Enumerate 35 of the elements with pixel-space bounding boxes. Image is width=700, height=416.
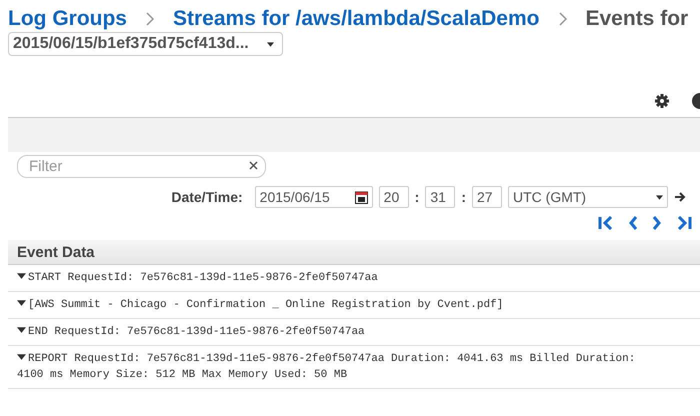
date-field[interactable]: 2015/06/15 — [254, 186, 373, 208]
caret-icon[interactable] — [17, 354, 26, 360]
arrow-right-icon[interactable] — [674, 191, 686, 203]
caret-icon[interactable] — [17, 327, 26, 333]
minute-field[interactable]: 31 — [425, 186, 456, 208]
time-separator: : — [414, 189, 420, 205]
column-header: Event Data — [8, 240, 700, 265]
clear-icon[interactable] — [249, 161, 258, 170]
chevron-icon — [558, 12, 568, 26]
help-icon[interactable] — [692, 93, 700, 109]
second-field[interactable]: 27 — [472, 186, 502, 208]
event-row[interactable]: START RequestId: 7e576c81-139d-11e5-9876-2fe0f50747aa — [8, 265, 700, 292]
calendar-icon[interactable] — [354, 190, 368, 204]
page-title: Events for — [586, 7, 688, 31]
caret-icon[interactable] — [17, 300, 26, 306]
settings-icon[interactable] — [654, 93, 670, 109]
filter-field[interactable]: Filter — [17, 155, 266, 178]
next-page-icon[interactable] — [652, 216, 662, 230]
event-row[interactable]: REPORT RequestId: 7e576c81-139d-11e5-9876-2fe0f50747aa Duration: 4041.63 ms Billed Duration: 4100 ms Memory Size: 512 MB Max Memory Used: 50 MB — [8, 346, 700, 389]
datetime-label: Date/Time: — [171, 189, 243, 205]
stream-select[interactable]: 2015/06/15/b1ef375d75cf413d... — [8, 32, 283, 56]
event-row[interactable]: [AWS Summit - Chicago - Confirmation _ Online Registration by Cvent.pdf] — [8, 292, 700, 319]
last-page-icon[interactable] — [676, 216, 692, 230]
timezone-select[interactable]: UTC (GMT) — [508, 186, 668, 208]
event-row[interactable]: END RequestId: 7e576c81-139d-11e5-9876-2fe0f50747aa — [8, 319, 700, 346]
hour-field[interactable]: 20 — [378, 186, 409, 208]
breadcrumb-link[interactable]: Log Groups — [8, 7, 127, 31]
caret-icon[interactable] — [17, 273, 26, 279]
breadcrumb-link[interactable]: Streams for /aws/lambda/ScalaDemo — [173, 7, 540, 31]
first-page-icon[interactable] — [598, 216, 614, 230]
previous-page-icon[interactable] — [628, 216, 638, 230]
time-separator: : — [461, 189, 466, 205]
caret-icon — [266, 42, 274, 46]
caret-icon — [656, 194, 663, 200]
chevron-icon — [145, 12, 155, 26]
